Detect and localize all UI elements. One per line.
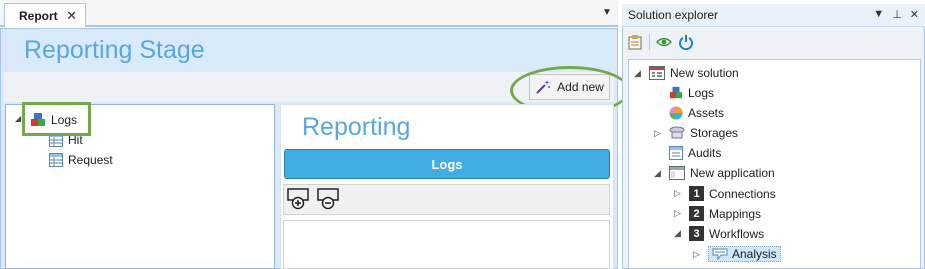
properties-icon[interactable] bbox=[627, 34, 643, 50]
tree-item-label: Request bbox=[68, 153, 113, 167]
collapse-arrow-icon[interactable]: ◢ bbox=[654, 168, 664, 179]
tree-node-mappings[interactable]: ▷ 2 Mappings bbox=[674, 206, 761, 221]
assets-icon bbox=[669, 106, 683, 120]
analysis-icon bbox=[712, 248, 728, 260]
tree-node-label: Workflows bbox=[709, 226, 765, 241]
tree-node-label: Logs bbox=[688, 86, 715, 100]
audits-icon bbox=[669, 146, 683, 160]
tree-node-label: New application bbox=[690, 166, 775, 180]
logs-icon bbox=[669, 86, 683, 99]
tree-node-selected[interactable]: Analysis bbox=[708, 246, 781, 262]
highlight-box bbox=[22, 102, 91, 136]
tree-node-label: Mappings bbox=[709, 206, 762, 221]
page-title: Reporting Stage bbox=[24, 36, 205, 64]
tree-node-label: Assets bbox=[688, 106, 725, 120]
eye-icon[interactable] bbox=[656, 34, 672, 50]
step-number-badge: 3 bbox=[689, 226, 704, 241]
solution-icon bbox=[649, 66, 665, 80]
tab-report[interactable]: Report ✕ bbox=[4, 3, 86, 27]
tree-node-audits[interactable]: Audits bbox=[669, 146, 721, 160]
solution-explorer-toolbar bbox=[623, 28, 924, 56]
tree-node-label: Connections bbox=[709, 186, 776, 201]
tree-node-label: New solution bbox=[670, 66, 739, 80]
tree-node-label: Analysis bbox=[732, 247, 777, 261]
tab-report-label: Report bbox=[19, 8, 58, 23]
expand-arrow-icon[interactable]: ▷ bbox=[674, 188, 684, 199]
tree-item-request[interactable]: Request bbox=[49, 153, 113, 167]
logs-button[interactable]: Logs bbox=[284, 149, 610, 179]
dropdown-icon[interactable]: ▼ bbox=[873, 8, 884, 21]
document-tab-strip bbox=[0, 0, 618, 27]
pin-icon[interactable]: ⊥ bbox=[892, 8, 902, 21]
tree-node-analysis[interactable]: ▷ Analysis bbox=[693, 246, 781, 262]
close-icon[interactable]: ✕ bbox=[910, 8, 919, 21]
tree-node-new-solution[interactable]: ◢ New solution bbox=[634, 66, 739, 80]
reporting-title: Reporting bbox=[302, 113, 411, 141]
tree-node-label: Audits bbox=[688, 146, 722, 160]
reporting-list bbox=[283, 220, 610, 269]
expand-arrow-icon[interactable]: ▷ bbox=[654, 128, 664, 139]
close-icon[interactable]: ✕ bbox=[66, 8, 77, 24]
expand-arrow-icon[interactable]: ▷ bbox=[674, 208, 684, 219]
tree-node-workflows[interactable]: ◢ 3 Workflows bbox=[674, 226, 764, 241]
add-item-icon[interactable] bbox=[287, 188, 311, 210]
tree-node-assets[interactable]: Assets bbox=[669, 106, 724, 120]
application-icon bbox=[669, 166, 685, 180]
tree-node-new-application[interactable]: ◢ New application bbox=[654, 166, 775, 180]
expand-arrow-icon[interactable]: ▷ bbox=[693, 249, 703, 260]
toolbar-separator bbox=[649, 34, 650, 50]
collapse-arrow-icon[interactable]: ◢ bbox=[674, 228, 684, 239]
tab-menu-icon[interactable]: ▼ bbox=[602, 7, 612, 18]
collapse-arrow-icon[interactable]: ◢ bbox=[634, 68, 644, 79]
tree-node-logs[interactable]: Logs bbox=[669, 86, 714, 100]
step-number-badge: 1 bbox=[689, 186, 704, 201]
step-number-badge: 2 bbox=[689, 206, 704, 221]
tree-node-storages[interactable]: ▷ Storages bbox=[654, 126, 738, 140]
storages-icon bbox=[669, 126, 685, 139]
solution-explorer-header: Solution explorer ▼ ⊥ ✕ bbox=[622, 4, 925, 27]
collapse-arrow-icon[interactable]: ◢ bbox=[15, 114, 21, 123]
tree-node-connections[interactable]: ▷ 1 Connections bbox=[674, 186, 776, 201]
table-icon bbox=[49, 153, 63, 167]
power-icon[interactable] bbox=[678, 34, 694, 50]
tree-node-label: Storages bbox=[690, 126, 739, 140]
remove-item-icon[interactable] bbox=[317, 188, 341, 210]
solution-explorer-title: Solution explorer bbox=[628, 8, 719, 22]
